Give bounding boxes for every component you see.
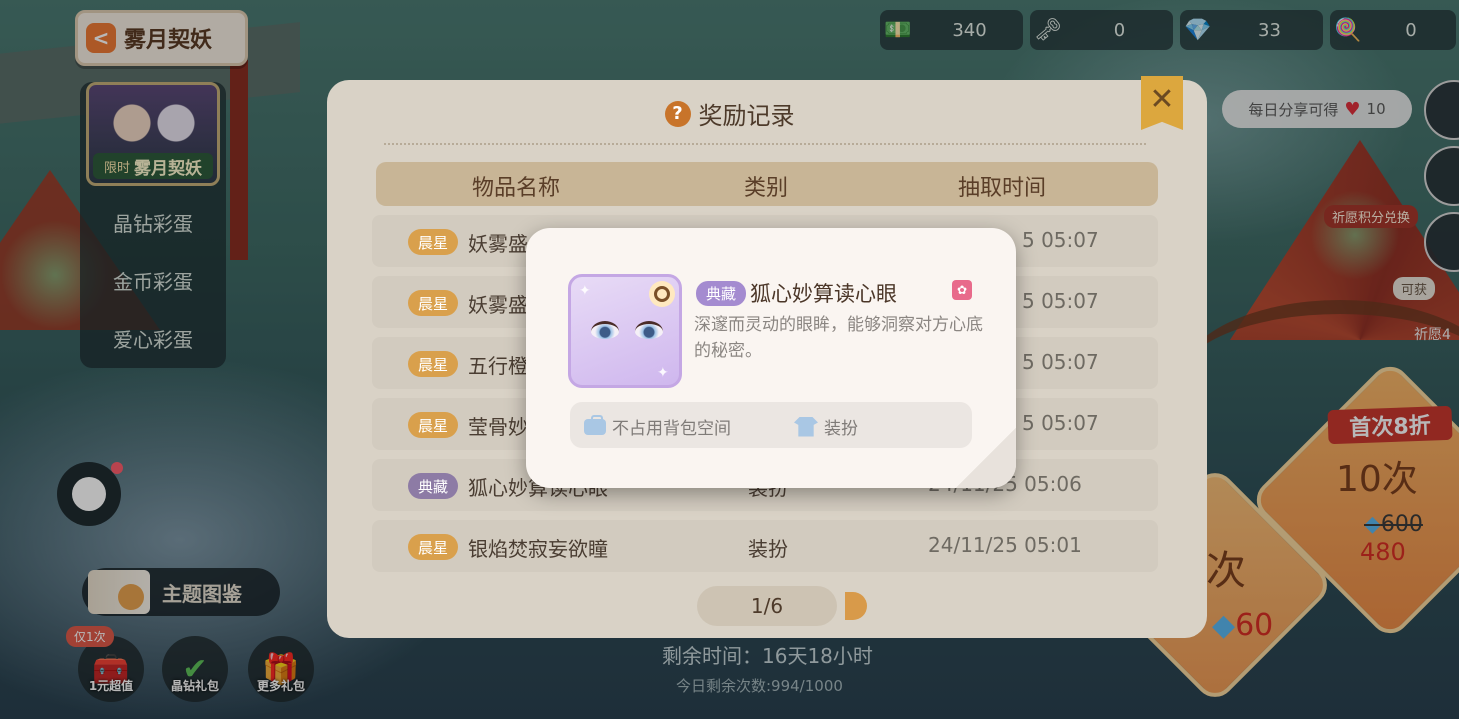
- sparkle-icon: ✦: [579, 283, 591, 299]
- left-eye: [591, 321, 619, 339]
- item-title: 狐心妙算读心眼: [750, 282, 898, 306]
- attr-bag-space-label: 不占用背包空间: [612, 419, 731, 439]
- close-button[interactable]: ✕: [1141, 76, 1183, 130]
- page-indicator: 1/6: [697, 586, 837, 626]
- eyes-artwork: [591, 321, 663, 343]
- attr-bag-space: 不占用背包空间: [584, 414, 731, 439]
- help-icon[interactable]: ?: [664, 100, 691, 127]
- item-category: 装扮: [748, 537, 788, 561]
- divider: [384, 143, 1146, 145]
- attr-type: 装扮: [794, 414, 858, 439]
- reward-record-title: ? 奖励记录: [0, 96, 1459, 131]
- item-description: 深邃而灵动的眼眸，能够洞察对方心底的秘密。: [694, 315, 983, 361]
- rarity-tag: 晨星: [408, 412, 459, 438]
- draw-time: 5 05:07: [1022, 411, 1099, 435]
- table-header: 物品名称 类别 抽取时间: [376, 162, 1158, 206]
- column-header-draw-time: 抽取时间: [958, 176, 1047, 201]
- close-icon: ✕: [1149, 82, 1175, 117]
- item-name: 妖雾盛: [468, 232, 528, 256]
- sparkle-icon: ✦: [657, 365, 669, 381]
- source-badge-icon: ✿: [952, 280, 972, 300]
- rarity-tag: 晨星: [408, 534, 459, 560]
- table-row[interactable]: 晨星 银焰焚寂妄欲瞳 装扮 24/11/25 05:01: [372, 520, 1158, 572]
- attr-type-label: 装扮: [824, 419, 858, 439]
- item-thumbnail[interactable]: ✦ ✦: [568, 274, 682, 388]
- item-name: 莹骨妙: [468, 415, 528, 439]
- briefcase-icon: [584, 414, 606, 435]
- draw-time: 5 05:07: [1022, 228, 1099, 252]
- rarity-tag: 晨星: [408, 290, 459, 316]
- draw-time: 24/11/25 05:01: [928, 533, 1082, 557]
- draw-time: 5 05:07: [1022, 350, 1099, 374]
- item-attributes: 不占用背包空间 装扮: [570, 402, 972, 448]
- panel-title-text: 奖励记录: [698, 102, 795, 130]
- item-name: 五行橙: [468, 354, 528, 378]
- rarity-tag: 晨星: [408, 351, 459, 377]
- collection-tag: 典藏: [696, 280, 747, 306]
- right-eye: [635, 321, 663, 339]
- rarity-tag: 典藏: [408, 473, 459, 499]
- shirt-icon: [794, 416, 818, 437]
- rarity-tag: 晨星: [408, 229, 459, 255]
- item-detail-popup: ✦ ✦ 典藏 狐心妙算读心眼 ✿ 深邃而灵动的眼眸，能够洞察对方心底的秘密。 不…: [526, 228, 1016, 488]
- magnifier-icon[interactable]: [649, 281, 675, 307]
- column-header-category: 类别: [744, 176, 789, 201]
- column-header-item-name: 物品名称: [472, 176, 561, 201]
- item-name: 银焰焚寂妄欲瞳: [468, 537, 608, 561]
- draw-time: 5 05:07: [1022, 289, 1099, 313]
- item-name: 妖雾盛: [468, 293, 528, 317]
- item-header: 典藏 狐心妙算读心眼: [696, 278, 897, 308]
